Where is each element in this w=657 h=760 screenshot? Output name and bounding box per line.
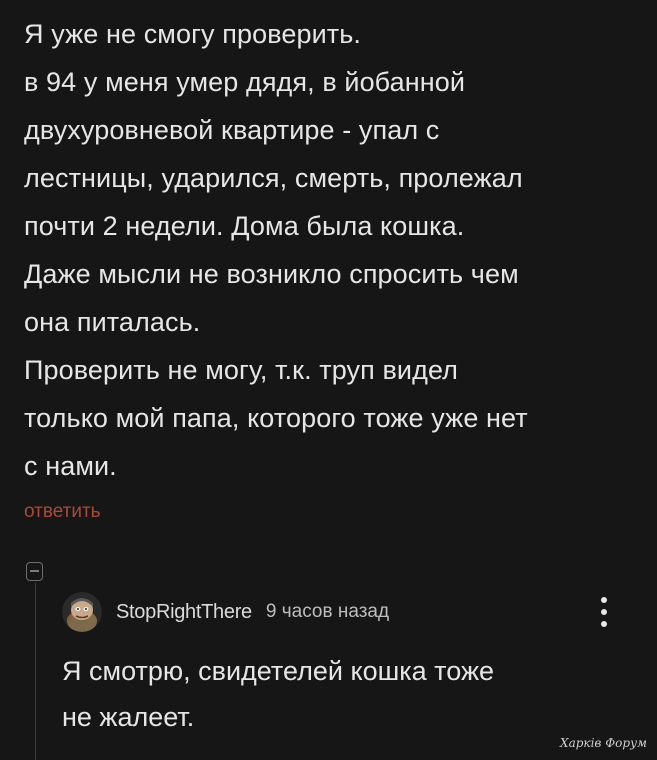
comment-line: с нами. [24, 451, 117, 481]
collapse-thread-icon[interactable] [26, 562, 43, 581]
comment-line: двухуровневой квартире - упал с [24, 115, 440, 145]
comment-line: только мой папа, которого тоже уже нет [24, 403, 528, 433]
thread-line[interactable] [35, 583, 36, 760]
comment-line: она питалась. [24, 307, 201, 337]
vertical-ellipsis-icon[interactable] [592, 594, 616, 630]
cartoon-character-avatar-icon [62, 592, 102, 632]
watermark: Харків Форум [560, 736, 647, 750]
comment-text: Я уже не смогу проверить. в 94 у меня ум… [24, 10, 639, 490]
reply-header: StopRightThere 9 часов назад [62, 592, 389, 632]
timestamp: 9 часов назад [265, 601, 390, 622]
avatar[interactable] [62, 592, 102, 632]
reply-text: Я смотрю, свидетелей кошка тоже не жалее… [62, 648, 494, 740]
comment-line: почти 2 недели. Дома была кошка. [24, 211, 465, 241]
username-link[interactable]: StopRightThere [116, 601, 252, 624]
comment-line: Я уже не смогу проверить. [24, 19, 361, 49]
reply-line: Я смотрю, свидетелей кошка тоже [62, 656, 495, 686]
comment-line: лестницы, ударился, смерть, пролежал [24, 163, 523, 193]
comment-line: Проверить не могу, т.к. труп видел [24, 355, 459, 385]
reply-line: не жалеет. [62, 702, 195, 732]
comment-line: в 94 у меня умер дядя, в йобанной [24, 67, 466, 97]
comment-line: Даже мысли не возникло спросить чем [24, 259, 519, 289]
reply-button[interactable]: ответить [24, 501, 101, 523]
